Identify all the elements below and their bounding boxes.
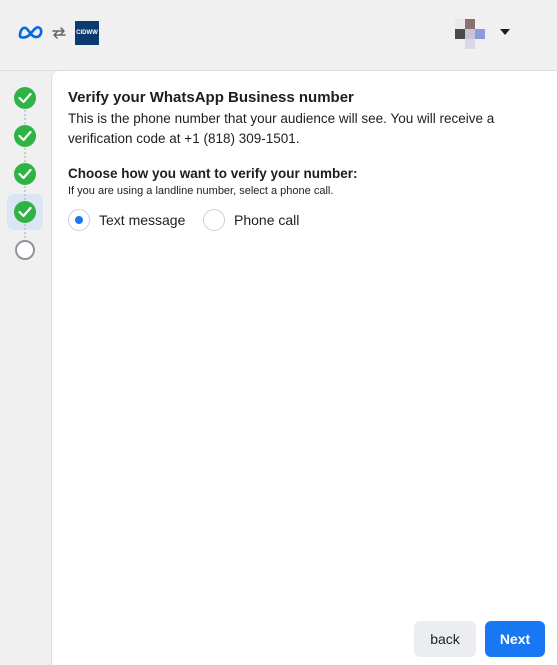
top-bar: CIDWW bbox=[0, 0, 557, 71]
avatar[interactable] bbox=[455, 19, 485, 49]
text-message-radio[interactable] bbox=[68, 209, 90, 231]
text-message-label[interactable]: Text message bbox=[99, 212, 185, 228]
step-connector bbox=[24, 186, 26, 202]
step-connector bbox=[24, 110, 26, 126]
verify-method-label: Choose how you want to verify your numbe… bbox=[68, 166, 358, 181]
step-complete-icon bbox=[14, 163, 36, 185]
progress-stepper bbox=[0, 71, 50, 665]
phone-call-label[interactable]: Phone call bbox=[234, 212, 299, 228]
back-button[interactable]: back bbox=[414, 621, 476, 657]
next-button[interactable]: Next bbox=[485, 621, 545, 657]
page-title: Verify your WhatsApp Business number bbox=[68, 89, 354, 106]
verify-method-hint: If you are using a landline number, sele… bbox=[68, 185, 334, 197]
step-complete-icon bbox=[14, 201, 36, 223]
phone-call-radio[interactable] bbox=[203, 209, 225, 231]
meta-logo-icon bbox=[18, 26, 43, 39]
step-connector bbox=[24, 148, 26, 164]
step-connector bbox=[24, 224, 26, 240]
verification-panel: Verify your WhatsApp Business number Thi… bbox=[51, 71, 557, 665]
step-complete-icon bbox=[14, 87, 36, 109]
swap-arrows-icon[interactable] bbox=[50, 24, 68, 42]
phone-call-option[interactable]: Phone call bbox=[203, 208, 299, 232]
description-text: This is the phone number that your audie… bbox=[68, 111, 495, 146]
business-logo[interactable]: CIDWW bbox=[75, 21, 99, 45]
chevron-down-icon[interactable] bbox=[500, 29, 510, 35]
text-message-option[interactable]: Text message bbox=[68, 208, 185, 232]
step-complete-icon bbox=[14, 125, 36, 147]
step-incomplete-icon bbox=[15, 240, 35, 260]
